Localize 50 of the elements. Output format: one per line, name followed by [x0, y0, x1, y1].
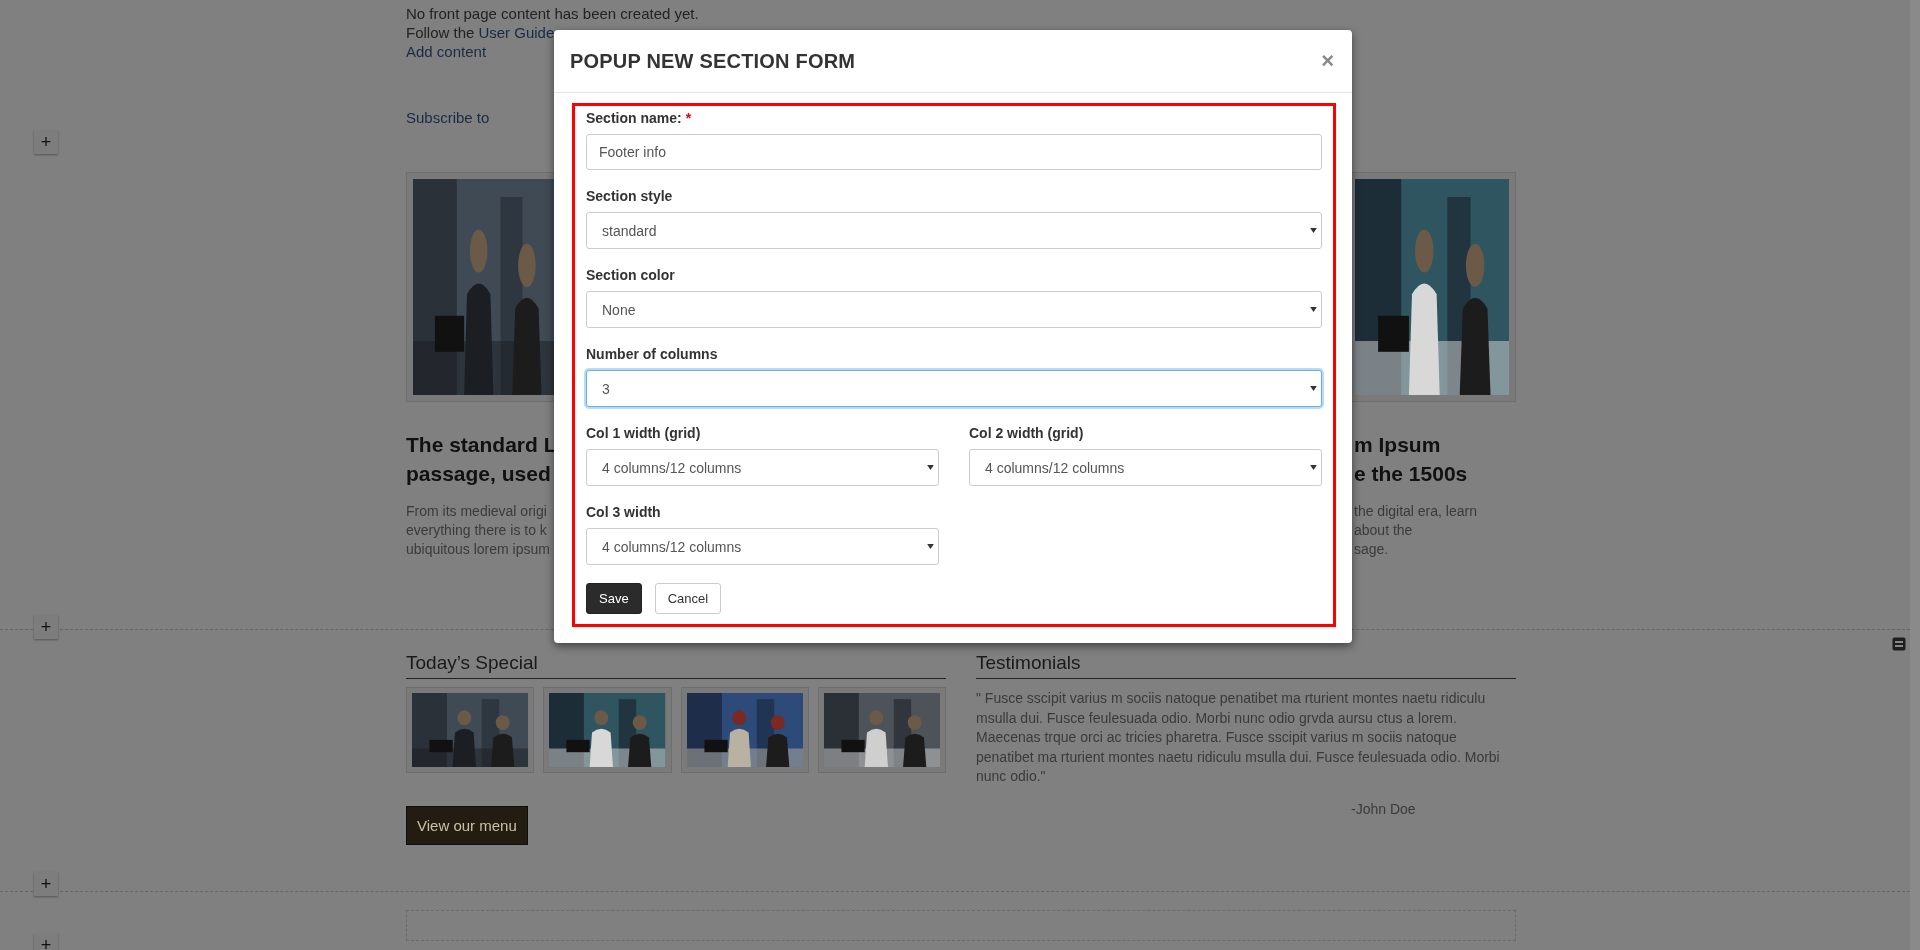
field-label: Number of columns	[586, 345, 718, 364]
user-guide-link[interactable]: User Guide	[478, 23, 555, 42]
caret-icon	[1310, 228, 1317, 233]
feature-text: the digital era, learn	[1354, 502, 1478, 521]
caret-icon	[1310, 386, 1317, 391]
caret-icon	[1310, 465, 1317, 470]
add-section-button[interactable]: +	[34, 130, 58, 154]
caret-icon	[927, 465, 934, 470]
subscribe-link[interactable]: Subscribe to	[406, 108, 490, 127]
intro-text: No front page content has been created yet.	[406, 4, 700, 23]
text-field[interactable]: Footer info	[586, 134, 1322, 170]
add-content-link[interactable]: Add content	[406, 42, 487, 61]
feature-heading: e the 1500s	[1354, 461, 1469, 487]
select-field[interactable]: standard	[586, 212, 1322, 249]
testimonial-author: -John Doe	[1351, 800, 1417, 817]
field-label: Col 3 width	[586, 503, 661, 522]
select-field[interactable]: 3	[586, 370, 1322, 407]
cancel-button[interactable]: Cancel	[654, 583, 722, 614]
select-field[interactable]: 4 columns/12 columns	[586, 528, 939, 565]
caret-icon	[927, 544, 934, 549]
section-title: Testimonials	[976, 650, 1516, 679]
feature-text: From its medieval origi	[406, 502, 548, 521]
required-mark: *	[685, 109, 692, 128]
select-field[interactable]: None	[586, 291, 1322, 328]
feature-heading: passage, used	[406, 461, 552, 487]
feature-text: sage.	[1354, 540, 1390, 559]
layout-icon[interactable]	[1892, 637, 1906, 651]
close-button[interactable]: ×	[1321, 48, 1334, 74]
add-section-button[interactable]: +	[34, 933, 58, 950]
scrollbar[interactable]	[1910, 0, 1920, 950]
intro-text: Follow the	[406, 23, 475, 42]
testimonial-quote: " Fusce sscipit varius m sociis natoque penatibet ma rturient montes naetu ridiculu msulla dui. Fusce feulesuada odio. Morbi nunc odio grvda aursu ctus a lorem. Maecenas trque orci ac tricies pharetra. Fusce sscipit varius m sociis natoque penatibet ma rturient montes naetu ridiculu msulla dui. Fusce feulesuada odio. Morbi nunc odio."	[976, 689, 1501, 786]
dialog-title: POPUP NEW SECTION FORM	[570, 49, 856, 73]
field-label: Section name:	[586, 109, 682, 128]
field-label: Col 2 width (grid)	[969, 424, 1084, 443]
add-section-button[interactable]: +	[34, 872, 58, 896]
feature-text: about the	[1354, 521, 1414, 540]
section-title: Today’s Special	[406, 650, 946, 679]
add-section-button[interactable]: +	[34, 615, 58, 639]
view-menu-button[interactable]: View our menu	[406, 806, 528, 845]
field-label: Section style	[586, 187, 673, 206]
caret-icon	[1310, 307, 1317, 312]
select-field[interactable]: 4 columns/12 columns	[586, 449, 939, 486]
save-button[interactable]: Save	[586, 583, 642, 614]
select-field[interactable]: 4 columns/12 columns	[969, 449, 1322, 486]
feature-text: ubiquitous lorem ipsum	[406, 540, 551, 559]
feature-heading: m Ipsum	[1354, 432, 1442, 458]
field-label: Col 1 width (grid)	[586, 424, 701, 443]
field-label: Section color	[586, 266, 675, 285]
feature-text: everything there is to k	[406, 521, 548, 540]
